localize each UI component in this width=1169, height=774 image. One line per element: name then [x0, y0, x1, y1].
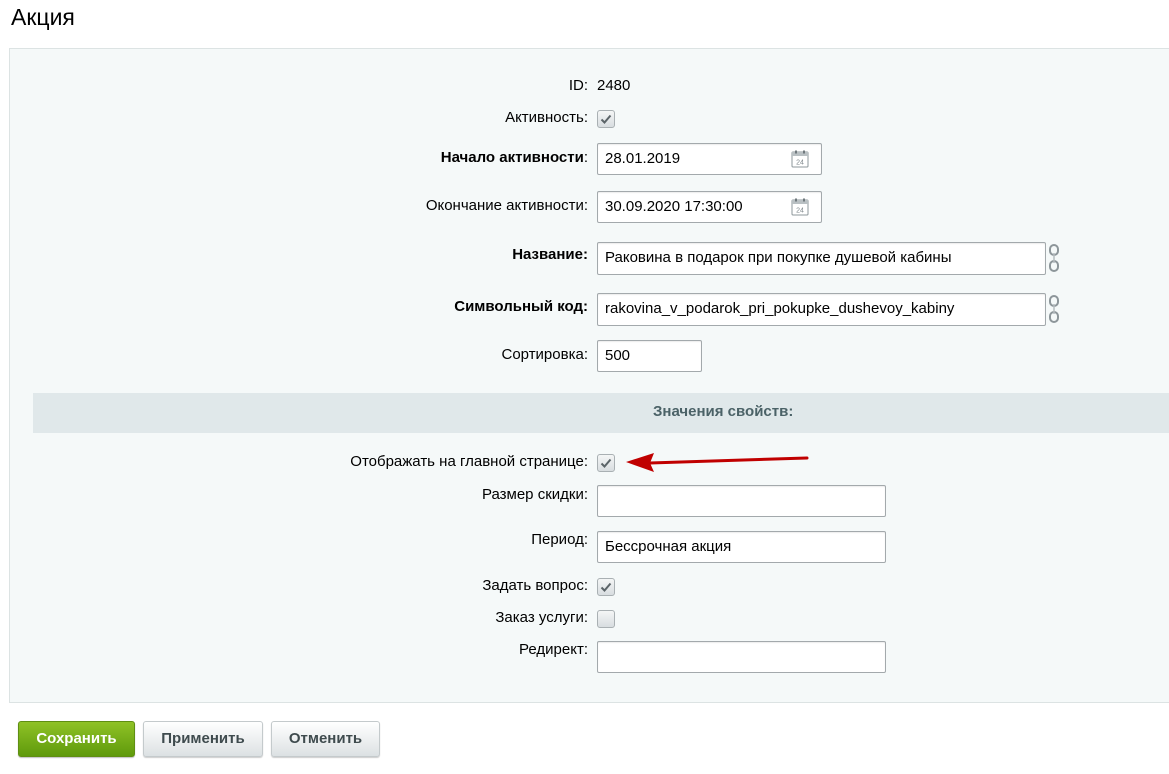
ask-question-checkbox[interactable]: [597, 578, 615, 596]
show-on-main-label: Отображать на главной странице:: [350, 453, 588, 470]
active-label: Активность:: [505, 109, 588, 126]
sort-input[interactable]: 500: [597, 340, 702, 372]
calendar-icon[interactable]: 24: [791, 150, 809, 168]
save-button[interactable]: Сохранить: [18, 721, 135, 757]
redirect-label: Редирект:: [519, 641, 588, 658]
ask-question-label: Задать вопрос:: [482, 577, 588, 594]
active-to-label: Окончание активности:: [425, 197, 588, 214]
checkmark-icon: [600, 114, 612, 124]
cancel-button[interactable]: Отменить: [271, 721, 380, 757]
chain-link-icon[interactable]: [1048, 295, 1060, 323]
active-from-label: Начало активности:: [440, 149, 588, 166]
active-from-input[interactable]: 28.01.2019: [597, 143, 822, 175]
order-service-label: Заказ услуги:: [495, 609, 588, 626]
checkmark-icon: [600, 458, 612, 468]
red-arrow-icon: [626, 453, 809, 472]
redirect-input[interactable]: [597, 641, 886, 673]
svg-text:24: 24: [796, 208, 804, 215]
code-input[interactable]: rakovina_v_podarok_pri_pokupke_dushevoy_…: [597, 293, 1046, 326]
active-to-input[interactable]: 30.09.2020 17:30:00: [597, 191, 822, 223]
page-title: Акция: [11, 4, 75, 30]
calendar-icon[interactable]: 24: [791, 198, 809, 216]
show-on-main-checkbox[interactable]: [597, 454, 615, 472]
chain-link-icon[interactable]: [1048, 244, 1060, 272]
code-label: Символьный код:: [454, 298, 588, 315]
svg-text:24: 24: [796, 160, 804, 167]
discount-size-input[interactable]: [597, 485, 886, 517]
checkmark-icon: [600, 582, 612, 592]
edit-form-panel: [9, 48, 1169, 703]
name-label: Название:: [512, 246, 588, 263]
properties-section-header: Значения свойств:: [33, 393, 1169, 433]
period-label: Период:: [531, 531, 588, 548]
id-value: 2480: [597, 77, 631, 94]
order-service-checkbox[interactable]: [597, 610, 615, 628]
discount-size-label: Размер скидки:: [481, 486, 588, 503]
apply-button[interactable]: Применить: [143, 721, 263, 757]
id-label: ID:: [568, 77, 588, 94]
active-checkbox[interactable]: [597, 110, 615, 128]
sort-label: Сортировка:: [501, 346, 589, 363]
name-input[interactable]: Раковина в подарок при покупке душевой к…: [597, 242, 1046, 275]
period-input[interactable]: Бессрочная акция: [597, 531, 886, 563]
properties-section-title: Значения свойств:: [653, 403, 794, 420]
